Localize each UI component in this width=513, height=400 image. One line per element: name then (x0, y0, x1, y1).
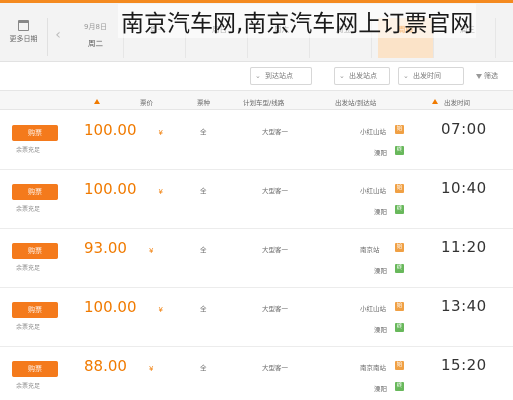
bus-type: 大型客一 (262, 364, 288, 372)
table-row: 购票余票充足 93.00 ¥ 全 大型客一 南京站 始溧阳终 11:20 (0, 230, 513, 288)
filter-label: 筛选 (476, 71, 498, 81)
ticket-type: 全 (200, 305, 207, 313)
arrival-station: 溧阳 (374, 326, 387, 334)
date-tab-date: 9月8日 (84, 23, 107, 31)
departure-station: 小红山站 (360, 128, 386, 136)
more-dates-label: 更多日期 (9, 35, 38, 43)
seat-availability: 余票充足 (16, 147, 41, 154)
sort-up-icon (432, 98, 438, 104)
arrival-badge-icon: 终 (395, 264, 404, 273)
price-value: 100.00 (84, 121, 137, 139)
currency-symbol: ¥ (158, 306, 163, 314)
seat-availability: 余票充足 (16, 324, 41, 331)
arrival-badge-icon: 终 (395, 146, 404, 155)
sort-up-icon (94, 98, 100, 104)
calendar-icon (18, 20, 29, 31)
buy-ticket-button[interactable]: 购票 (12, 302, 58, 318)
buy-ticket-button[interactable]: 购票 (12, 243, 58, 259)
table-row: 购票余票充足 88.00 ¥ 全 大型客一 南京南站 始溧阳终 15:20 (0, 348, 513, 400)
price-sort-button[interactable] (94, 97, 100, 105)
bus-type: 大型客一 (262, 187, 288, 195)
arrival-station: 溧阳 (374, 208, 387, 216)
price-value: 93.00 (84, 239, 127, 257)
arrival-station: 溧阳 (374, 267, 387, 275)
table-row: 购票余票充足 100.00 ¥ 全 大型客一 小红山站 始溧阳终 10:40 (0, 171, 513, 229)
ticket-type: 全 (200, 364, 207, 372)
filter-icon (476, 73, 482, 79)
arrival-station: 溧阳 (374, 385, 387, 393)
departure-badge-icon: 始 (395, 361, 404, 370)
departure-time: 10:40 (441, 179, 487, 197)
departure-badge-icon: 始 (395, 302, 404, 311)
ticket-price: 100.00 ¥ (84, 121, 163, 139)
header-departure-time: 出发时间 (444, 99, 470, 107)
seat-availability: 余票充足 (16, 206, 41, 213)
ticket-type: 全 (200, 128, 207, 136)
select-value: 出发站点 (349, 72, 377, 80)
header-ticket-type: 票种 (197, 99, 210, 107)
arrival-badge-icon: 终 (395, 382, 404, 391)
table-row: 购票余票充足 100.00 ¥ 全 大型客一 小红山站 始溧阳终 13:40 (0, 289, 513, 347)
bus-type: 大型客一 (262, 305, 288, 313)
overlay-title: 南京汽车网,南京汽车网上订票官网 (118, 4, 477, 38)
chevron-down-icon: ⌄ (339, 72, 345, 80)
departure-badge-icon: 始 (395, 125, 404, 134)
filter-label-text: 筛选 (484, 72, 498, 80)
departure-time: 11:20 (441, 238, 487, 256)
table-header: 票价 票种 计划车型/线路 出发站/到达站 出发时间 (0, 90, 513, 110)
buy-ticket-button[interactable]: 购票 (12, 184, 58, 200)
select-value: 出发时间 (413, 72, 441, 80)
seat-availability: 余票充足 (16, 265, 41, 272)
currency-symbol: ¥ (148, 247, 154, 255)
select-value: 到达站点 (265, 72, 293, 80)
buy-ticket-button[interactable]: 购票 (12, 361, 58, 377)
chevron-left-icon[interactable]: ‹ (52, 26, 64, 44)
currency-symbol: ¥ (158, 188, 163, 196)
more-dates-button[interactable]: 更多日期 (0, 18, 48, 56)
ticket-price: 100.00 ¥ (84, 298, 163, 316)
arrival-station-select[interactable]: ⌄ 到达站点 (250, 67, 312, 85)
departure-time-sort-button[interactable] (432, 97, 438, 105)
price-value: 100.00 (84, 180, 137, 198)
ticket-type: 全 (200, 187, 207, 195)
departure-badge-icon: 始 (395, 184, 404, 193)
departure-station-select[interactable]: ⌄ 出发站点 (334, 67, 390, 85)
departure-time: 07:00 (441, 120, 487, 138)
price-value: 100.00 (84, 298, 137, 316)
header-price: 票价 (140, 99, 153, 107)
currency-symbol: ¥ (158, 129, 163, 137)
arrival-badge-icon: 终 (395, 205, 404, 214)
ticket-price: 88.00 ¥ (84, 357, 153, 375)
header-route: 计划车型/线路 (243, 99, 285, 107)
departure-station: 南京站 (360, 246, 380, 254)
departure-time: 15:20 (441, 356, 487, 374)
ticket-price: 100.00 ¥ (84, 180, 163, 198)
date-tab-weekday: 周二 (88, 39, 103, 48)
arrival-badge-icon: 终 (395, 323, 404, 332)
currency-symbol: ¥ (148, 365, 154, 373)
date-tab[interactable]: 9月8日 周二 (68, 18, 124, 58)
buy-ticket-button[interactable]: 购票 (12, 125, 58, 141)
departure-station: 南京南站 (360, 364, 386, 372)
arrival-station: 溧阳 (374, 149, 387, 157)
bus-type: 大型客一 (262, 128, 288, 136)
chevron-down-icon: ⌄ (255, 72, 261, 80)
seat-availability: 余票充足 (16, 383, 41, 390)
ticket-type: 全 (200, 246, 207, 254)
departure-time-select[interactable]: ⌄ 出发时间 (398, 67, 464, 85)
filter-row: ⌄ 到达站点 ⌄ 出发站点 ⌄ 出发时间 筛选 (0, 62, 513, 90)
departure-time: 13:40 (441, 297, 487, 315)
ticket-price: 93.00 ¥ (84, 239, 153, 257)
bus-type: 大型客一 (262, 246, 288, 254)
top-accent-bar (0, 0, 513, 3)
departure-station: 小红山站 (360, 187, 386, 195)
price-value: 88.00 (84, 357, 127, 375)
table-row: 购票余票充足 100.00 ¥ 全 大型客一 小红山站 始溧阳终 07:00 (0, 112, 513, 170)
departure-station: 小红山站 (360, 305, 386, 313)
chevron-down-icon: ⌄ (403, 72, 409, 80)
departure-badge-icon: 始 (395, 243, 404, 252)
header-stations: 出发站/到达站 (335, 99, 377, 107)
